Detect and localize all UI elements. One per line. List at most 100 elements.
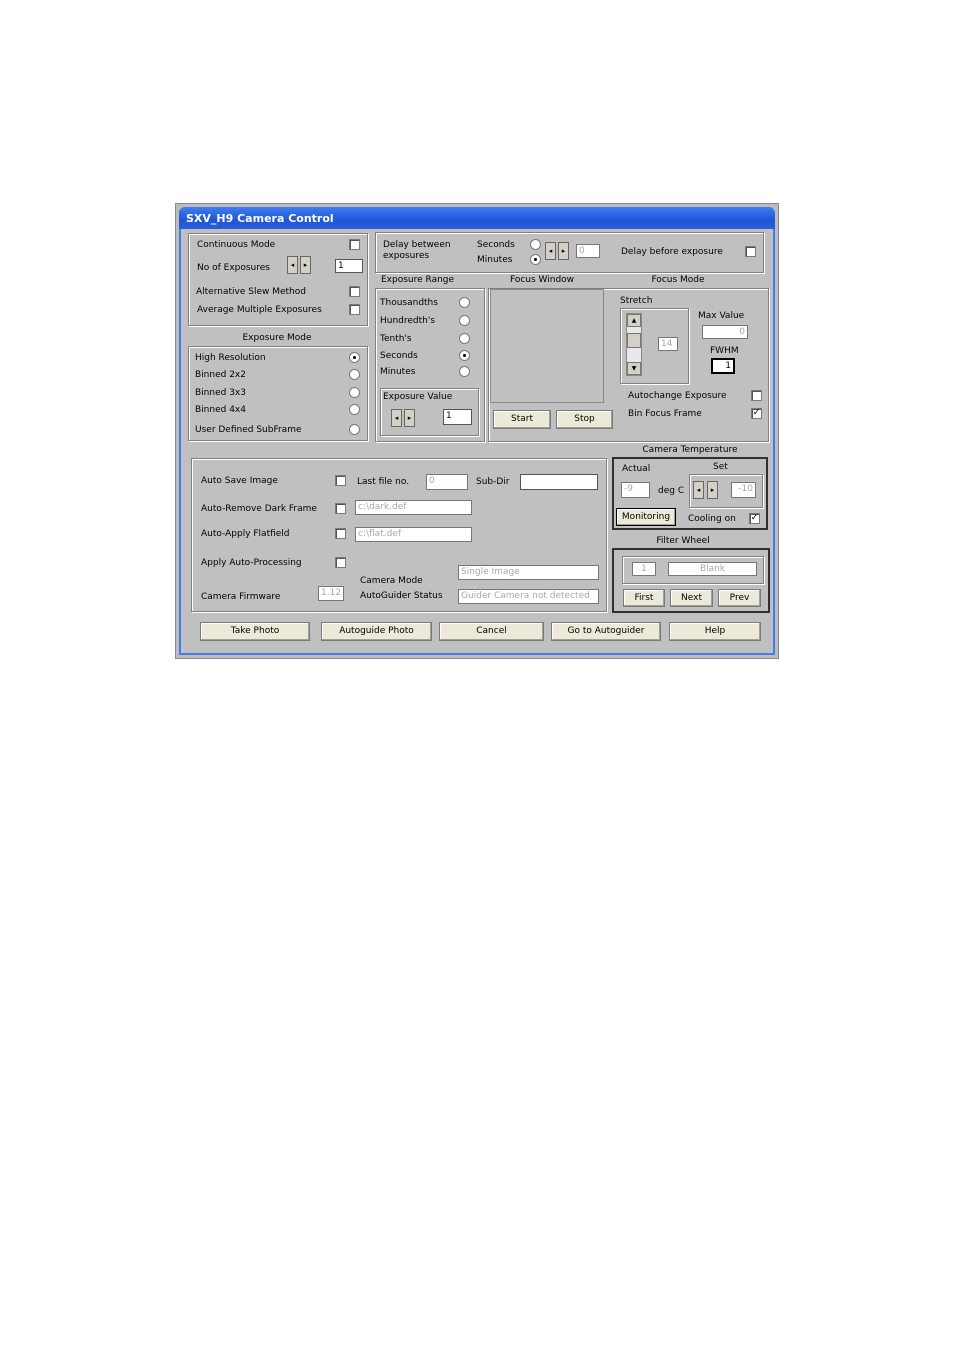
- autoguider-status-label: AutoGuider Status: [360, 591, 443, 601]
- arrow-left-icon: ◂: [696, 486, 701, 494]
- bin-focus-checkbox[interactable]: ✓: [751, 408, 762, 419]
- delay-minutes-radio[interactable]: [530, 254, 541, 265]
- auto-remove-dark-checkbox[interactable]: [335, 503, 346, 514]
- continuous-mode-label: Continuous Mode: [197, 240, 276, 250]
- cooling-on-checkbox[interactable]: ✓: [749, 513, 760, 524]
- monitoring-button[interactable]: Monitoring: [616, 508, 676, 526]
- focus-window-title: Focus Window: [509, 275, 575, 285]
- mode-binned-4x4-radio[interactable]: [349, 404, 360, 415]
- avg-multi-label: Average Multiple Exposures: [197, 305, 322, 315]
- filter-position-field: 1: [632, 562, 656, 576]
- filter-next-button[interactable]: Next: [670, 589, 713, 607]
- delay-value-input[interactable]: 0: [576, 244, 600, 258]
- autoguider-status-field: Guider Camera not detected: [458, 589, 599, 604]
- arrow-right-icon: ▸: [710, 486, 715, 494]
- last-file-label: Last file no.: [357, 477, 410, 487]
- focus-start-button[interactable]: Start: [493, 410, 551, 429]
- mode-binned-2x2-radio[interactable]: [349, 369, 360, 380]
- range-option-label: Minutes: [380, 367, 416, 377]
- exposure-decrement-button[interactable]: ◂: [391, 409, 402, 427]
- title-bar[interactable]: SXV_H9 Camera Control: [179, 207, 775, 229]
- range-hundredths-radio[interactable]: [459, 315, 470, 326]
- temp-decrement-button[interactable]: ◂: [693, 481, 704, 499]
- help-button[interactable]: Help: [669, 622, 761, 641]
- delay-increment-button[interactable]: ▸: [558, 242, 569, 260]
- check-icon: ✓: [752, 408, 761, 418]
- set-temp-input[interactable]: -10: [731, 482, 756, 498]
- mode-option-label: Binned 3x3: [195, 388, 246, 398]
- subdir-input[interactable]: [520, 474, 598, 490]
- temp-unit-label: deg C: [658, 486, 685, 496]
- last-file-input[interactable]: 0: [426, 474, 468, 490]
- exposures-increment-button[interactable]: ▸: [300, 256, 311, 274]
- dark-file-input[interactable]: c:\dark.def: [355, 500, 472, 515]
- range-thousandths-radio[interactable]: [459, 297, 470, 308]
- arrow-left-icon: ◂: [290, 261, 295, 269]
- avg-multi-checkbox[interactable]: [349, 304, 360, 315]
- focus-window-image[interactable]: [490, 289, 604, 403]
- autochange-checkbox[interactable]: [751, 390, 762, 401]
- autochange-label: Autochange Exposure: [628, 391, 727, 401]
- exposure-range-title: Exposure Range: [381, 275, 455, 285]
- no-of-exposures-input[interactable]: 1: [335, 259, 363, 273]
- range-minutes-radio[interactable]: [459, 366, 470, 377]
- auto-flat-checkbox[interactable]: [335, 528, 346, 539]
- auto-processing-checkbox[interactable]: [335, 557, 346, 568]
- focus-stop-button[interactable]: Stop: [556, 410, 613, 429]
- stretch-up-button[interactable]: ▲: [627, 314, 641, 327]
- fwhm-label: FWHM: [710, 346, 739, 356]
- no-of-exposures-label: No of Exposures: [197, 263, 270, 273]
- mode-binned-3x3-radio[interactable]: [349, 387, 360, 398]
- auto-remove-dark-label: Auto-Remove Dark Frame: [201, 504, 317, 514]
- window-title: SXV_H9 Camera Control: [186, 212, 334, 225]
- arrow-left-icon: ◂: [548, 247, 553, 255]
- auto-flat-label: Auto-Apply Flatfield: [201, 529, 290, 539]
- range-option-label: Tenth's: [380, 334, 412, 344]
- arrow-up-icon: ▲: [631, 317, 637, 324]
- alt-slew-checkbox[interactable]: [349, 286, 360, 297]
- arrow-right-icon: ▸: [407, 414, 412, 422]
- take-photo-button[interactable]: Take Photo: [200, 622, 310, 641]
- camera-mode-field: Single Image: [458, 565, 599, 580]
- stretch-down-button[interactable]: ▼: [627, 362, 641, 375]
- cooling-on-label: Cooling on: [688, 514, 736, 524]
- max-value-field: 0: [702, 325, 748, 339]
- autoguide-photo-button[interactable]: Autoguide Photo: [321, 622, 432, 641]
- arrow-down-icon: ▼: [631, 365, 637, 372]
- delay-before-label: Delay before exposure: [621, 247, 723, 257]
- bin-focus-label: Bin Focus Frame: [628, 409, 702, 419]
- auto-save-checkbox[interactable]: [335, 475, 346, 486]
- range-seconds-radio[interactable]: [459, 350, 470, 361]
- delay-between-label: Delay between exposures: [383, 240, 451, 261]
- mode-subframe-radio[interactable]: [349, 424, 360, 435]
- filter-name-field: Blank: [668, 562, 757, 576]
- go-to-autoguider-button[interactable]: Go to Autoguider: [551, 622, 661, 641]
- mode-option-label: Binned 4x4: [195, 405, 246, 415]
- filter-prev-button[interactable]: Prev: [718, 589, 761, 607]
- stretch-scroll-thumb[interactable]: [627, 333, 641, 348]
- focus-mode-title: Focus Mode: [651, 275, 705, 285]
- filter-first-button[interactable]: First: [623, 589, 665, 607]
- exposure-value-title: Exposure Value: [383, 392, 453, 402]
- flat-file-input[interactable]: c:\flat.def: [355, 527, 472, 542]
- delay-minutes-label: Minutes: [477, 255, 513, 265]
- range-tenths-radio[interactable]: [459, 333, 470, 344]
- stretch-value-field: 14: [658, 337, 678, 351]
- max-value-label: Max Value: [698, 311, 745, 321]
- delay-decrement-button[interactable]: ◂: [545, 242, 556, 260]
- delay-before-checkbox[interactable]: [745, 246, 756, 257]
- temp-increment-button[interactable]: ▸: [707, 481, 718, 499]
- delay-seconds-radio[interactable]: [530, 239, 541, 250]
- cancel-button[interactable]: Cancel: [439, 622, 544, 641]
- exposure-increment-button[interactable]: ▸: [404, 409, 415, 427]
- alt-slew-label: Alternative Slew Method: [196, 287, 306, 297]
- exposures-decrement-button[interactable]: ◂: [287, 256, 298, 274]
- check-icon: ✓: [750, 513, 759, 523]
- mode-high-res-radio[interactable]: [349, 352, 360, 363]
- set-temp-label: Set: [713, 462, 728, 472]
- camera-mode-label: Camera Mode: [360, 576, 423, 586]
- actual-temp-field: -9: [621, 482, 650, 498]
- continuous-mode-checkbox[interactable]: [349, 239, 360, 250]
- exposure-value-input[interactable]: 1: [443, 409, 472, 425]
- delay-seconds-label: Seconds: [477, 240, 515, 250]
